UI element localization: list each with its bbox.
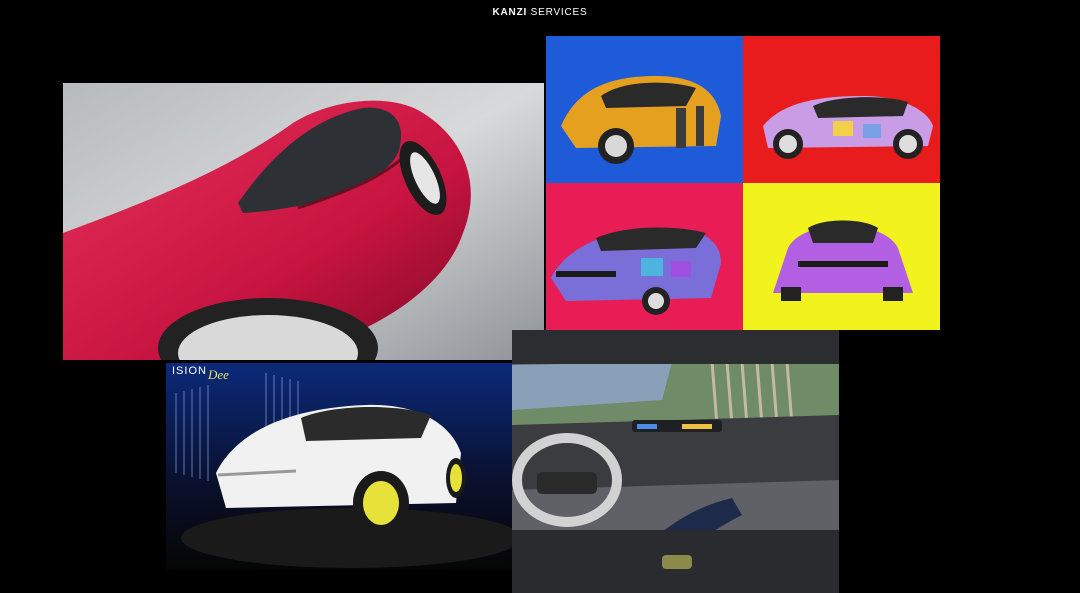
brand-bold: KANZI xyxy=(492,7,528,18)
grid-cell-purple-car xyxy=(743,183,940,330)
grid-cell-yellow-car xyxy=(546,36,743,183)
color-changing-car-grid-image xyxy=(546,36,940,330)
dee-sign-text: Dee xyxy=(208,367,229,382)
vision-sign-text: ISION xyxy=(172,365,207,377)
grid-cell-lilac-car xyxy=(743,36,940,183)
kanzi-services-logo: KANZI SERVICES xyxy=(0,7,1080,18)
grid-cell-blue-car xyxy=(546,183,743,330)
brand-light: SERVICES xyxy=(530,7,588,18)
car-interior-image xyxy=(512,330,839,593)
white-car-stage-image: ISION Dee xyxy=(166,363,512,570)
red-car-closeup-image xyxy=(63,83,544,360)
